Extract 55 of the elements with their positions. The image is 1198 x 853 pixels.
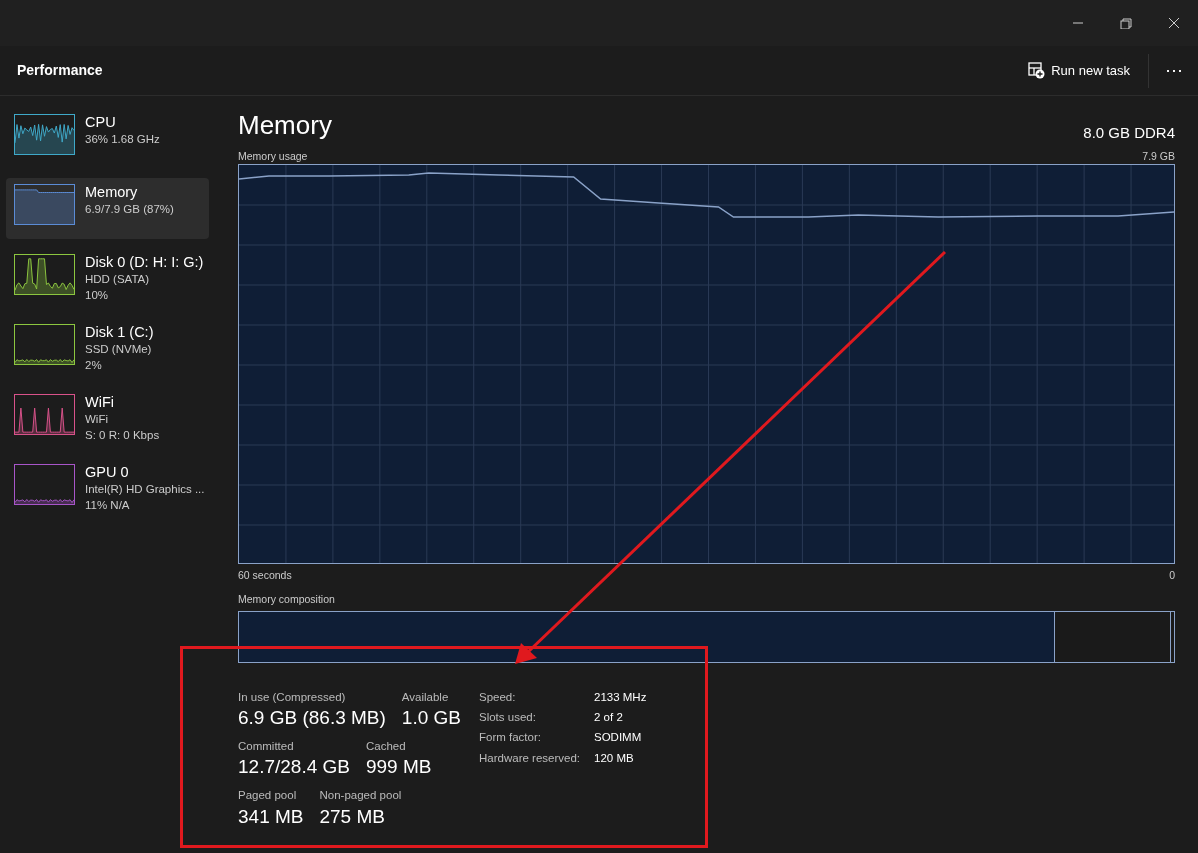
graph-label: Memory usage [238, 148, 308, 164]
close-icon [1167, 17, 1181, 29]
stat-value: 12.7/28.4 GB [238, 755, 350, 780]
maximize-icon [1119, 17, 1133, 29]
device-detail: 11% N/A [85, 498, 131, 513]
device-detail: 6.9/7.9 GB (87%) [85, 202, 174, 217]
sidebar-item[interactable]: Disk 1 (C:) SSD (NVMe) 2% [6, 318, 209, 379]
memory-spec: 8.0 GB DDR4 [1083, 123, 1175, 143]
detail-label: Speed: [479, 689, 517, 705]
sidebar-item[interactable]: CPU 36% 1.68 GHz [6, 108, 209, 169]
device-detail: SSD (NVMe) [85, 342, 153, 357]
sidebar-item[interactable]: GPU 0 Intel(R) HD Graphics ... 11% N/A [6, 458, 209, 519]
detail-label: Slots used: [479, 710, 537, 725]
sidebar-item[interactable]: Disk 0 (D: H: I: G:) HDD (SATA) 10% [6, 248, 209, 309]
detail-label: Form factor: [479, 730, 542, 746]
run-new-task-button[interactable]: Run new task [1020, 54, 1138, 87]
detail-value: 2 of 2 [594, 710, 624, 725]
device-detail: WiFi [85, 412, 109, 427]
stat-label: Paged pool [238, 788, 298, 804]
device-name: CPU [85, 114, 117, 131]
sidebar-item[interactable]: WiFi WiFi S: 0 R: 0 Kbps [6, 388, 209, 449]
stat-value: 341 MB [238, 804, 304, 829]
sidebar-item[interactable]: Memory 6.9/7.9 GB (87%) [6, 178, 209, 239]
detail-value: 120 MB [594, 750, 635, 766]
device-detail: 2% [85, 358, 103, 373]
device-name: Memory [85, 184, 139, 201]
device-name: Disk 0 (D: H: I: G:) [85, 254, 204, 271]
device-detail: S: 0 R: 0 Kbps [85, 428, 160, 443]
stat-label: Non-paged pool [319, 788, 402, 804]
stat-value: 999 MB [365, 755, 432, 780]
stat-label: Committed [238, 739, 295, 754]
stat-label: In use (Compressed) [238, 689, 347, 705]
stat-value: 275 MB [319, 804, 386, 829]
device-detail: 36% 1.68 GHz [85, 132, 160, 147]
stat-value: 1.0 GB [401, 706, 461, 730]
detail-value: SODIMM [594, 730, 643, 746]
device-detail: 10% [85, 288, 110, 303]
device-detail: HDD (SATA) [85, 272, 151, 287]
device-detail: Intel(R) HD Graphics ... [85, 482, 205, 497]
detail-label: Hardware reserved: [479, 750, 581, 766]
axis-label: 0 [1169, 568, 1175, 584]
device-name: GPU 0 [85, 464, 130, 481]
new-task-icon [1028, 62, 1046, 79]
detail-value: 2133 MHz [594, 689, 647, 705]
device-name: Disk 1 (C:) [85, 324, 154, 341]
graph-label: Memory composition [238, 592, 336, 607]
page-title: Performance [17, 61, 104, 80]
stat-value: 6.9 GB (86.3 MB) [238, 706, 386, 730]
more-button[interactable]: ⋯ [1148, 53, 1198, 88]
stat-label: Available [401, 689, 450, 705]
section-title: Memory [238, 110, 332, 142]
device-name: WiFi [85, 394, 115, 411]
axis-label: 60 seconds [238, 568, 292, 584]
stat-label: Cached [365, 739, 407, 754]
axis-max: 7.9 GB [1142, 148, 1175, 164]
